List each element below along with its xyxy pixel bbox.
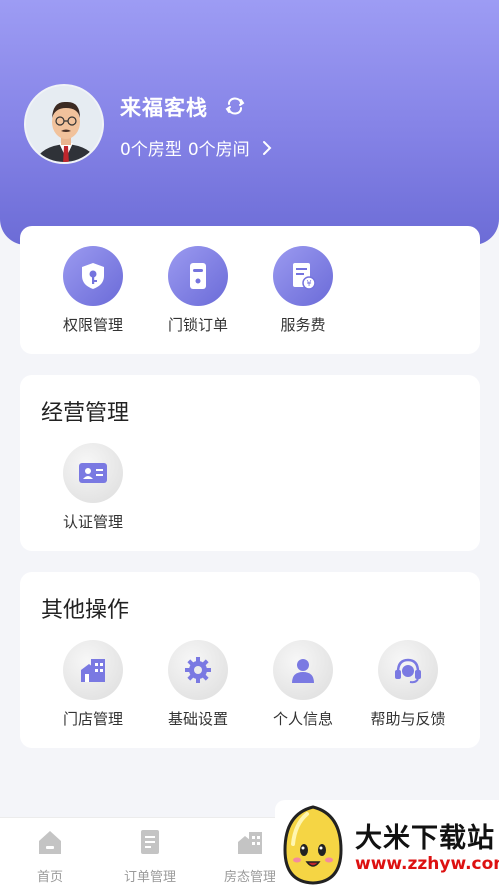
tab-label: 订单管理: [123, 870, 176, 885]
switch-icon[interactable]: [224, 95, 246, 117]
home-icon: [39, 831, 61, 854]
other-item-label: 帮助与反馈: [370, 710, 446, 728]
watermark-logo-icon: [283, 805, 343, 885]
other-operations-card: 其他操作 门店管理 基础设置 个人信息 帮助与反馈: [20, 572, 480, 748]
id-card-icon: [63, 443, 123, 503]
watermark-url: www.zzhyw.com: [355, 854, 499, 874]
service-fee-icon: ¥: [273, 246, 333, 306]
quick-action-lock-orders[interactable]: 门锁订单: [145, 246, 251, 335]
tab-label: 首页: [36, 870, 63, 885]
business-item-certification[interactable]: 认证管理: [40, 443, 146, 532]
tab-orders[interactable]: 订单管理: [100, 828, 200, 885]
quick-action-permission[interactable]: 权限管理: [40, 246, 146, 335]
door-lock-icon: [168, 246, 228, 306]
room-status-icon: [238, 832, 262, 854]
business-item-label: 认证管理: [62, 513, 123, 531]
chevron-right-icon: [262, 140, 272, 155]
section-title: 其他操作: [41, 598, 130, 623]
other-item-profile[interactable]: 个人信息: [250, 640, 356, 729]
other-item-settings[interactable]: 基础设置: [145, 640, 251, 729]
other-item-help[interactable]: 帮助与反馈: [355, 640, 461, 729]
other-item-label: 门店管理: [62, 710, 123, 728]
person-icon: [273, 640, 333, 700]
headset-icon: [378, 640, 438, 700]
room-count: 0个房间: [187, 140, 250, 160]
other-item-label: 个人信息: [272, 710, 333, 728]
room-type-count: 0个房型: [120, 140, 182, 160]
quick-action-label: 门锁订单: [167, 316, 228, 334]
watermark: 大米下载站 www.zzhyw.com: [275, 800, 499, 887]
section-title: 经营管理: [41, 401, 130, 426]
gear-icon: [168, 640, 228, 700]
order-icon: [141, 830, 159, 854]
svg-text:¥: ¥: [306, 279, 311, 288]
room-summary[interactable]: 0个房型 0个房间: [120, 135, 274, 160]
other-item-store[interactable]: 门店管理: [40, 640, 146, 729]
store-icon: [63, 640, 123, 700]
quick-action-service-fee[interactable]: ¥ 服务费: [250, 246, 356, 335]
watermark-title: 大米下载站: [355, 823, 495, 854]
quick-action-label: 权限管理: [62, 316, 123, 334]
shop-name[interactable]: 来福客栈: [120, 92, 208, 122]
shield-key-icon: [63, 246, 123, 306]
quick-actions-card: 权限管理 门锁订单 ¥ 服务费: [20, 226, 480, 354]
business-management-card: 经营管理 认证管理: [20, 375, 480, 551]
avatar[interactable]: [24, 84, 104, 164]
other-item-label: 基础设置: [167, 710, 228, 728]
tab-home[interactable]: 首页: [0, 828, 100, 885]
quick-action-label: 服务费: [280, 316, 326, 334]
